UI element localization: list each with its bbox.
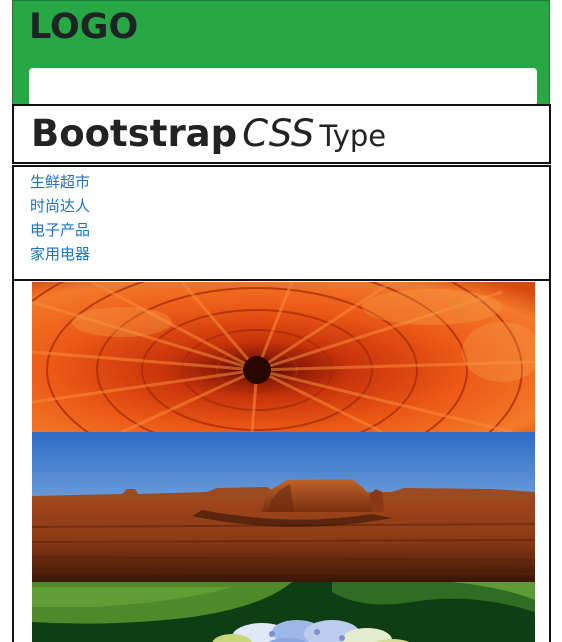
hydrangea-image [32,582,535,642]
nav-link-electronics[interactable]: 电子产品 [30,218,90,242]
search-input[interactable] [29,68,537,106]
page-title: Bootstrap CSS Type [31,112,386,155]
nav-link-appliances[interactable]: 家用电器 [30,242,90,266]
nav-panel: 生鲜超市 时尚达人 电子产品 家用电器 [12,165,551,281]
logo: LOGO [29,7,139,47]
header: LOGO [12,0,550,106]
title-css: CSS [242,112,315,155]
nav-item: 家用电器 [30,242,90,266]
title-panel: Bootstrap CSS Type [12,104,551,164]
chrysanthemum-image [32,282,535,432]
page: LOGO Bootstrap CSS Type 生鲜超市 时尚达人 电子产品 家… [0,0,562,642]
nav-list: 生鲜超市 时尚达人 电子产品 家用电器 [30,170,90,266]
desert-image [32,432,535,582]
nav-link-fresh-market[interactable]: 生鲜超市 [30,170,90,194]
nav-link-fashion[interactable]: 时尚达人 [30,194,90,218]
nav-item: 电子产品 [30,218,90,242]
nav-item: 生鲜超市 [30,170,90,194]
title-type: Type [319,119,387,153]
nav-item: 时尚达人 [30,194,90,218]
image-gallery [12,281,551,642]
title-bootstrap: Bootstrap [31,112,238,155]
